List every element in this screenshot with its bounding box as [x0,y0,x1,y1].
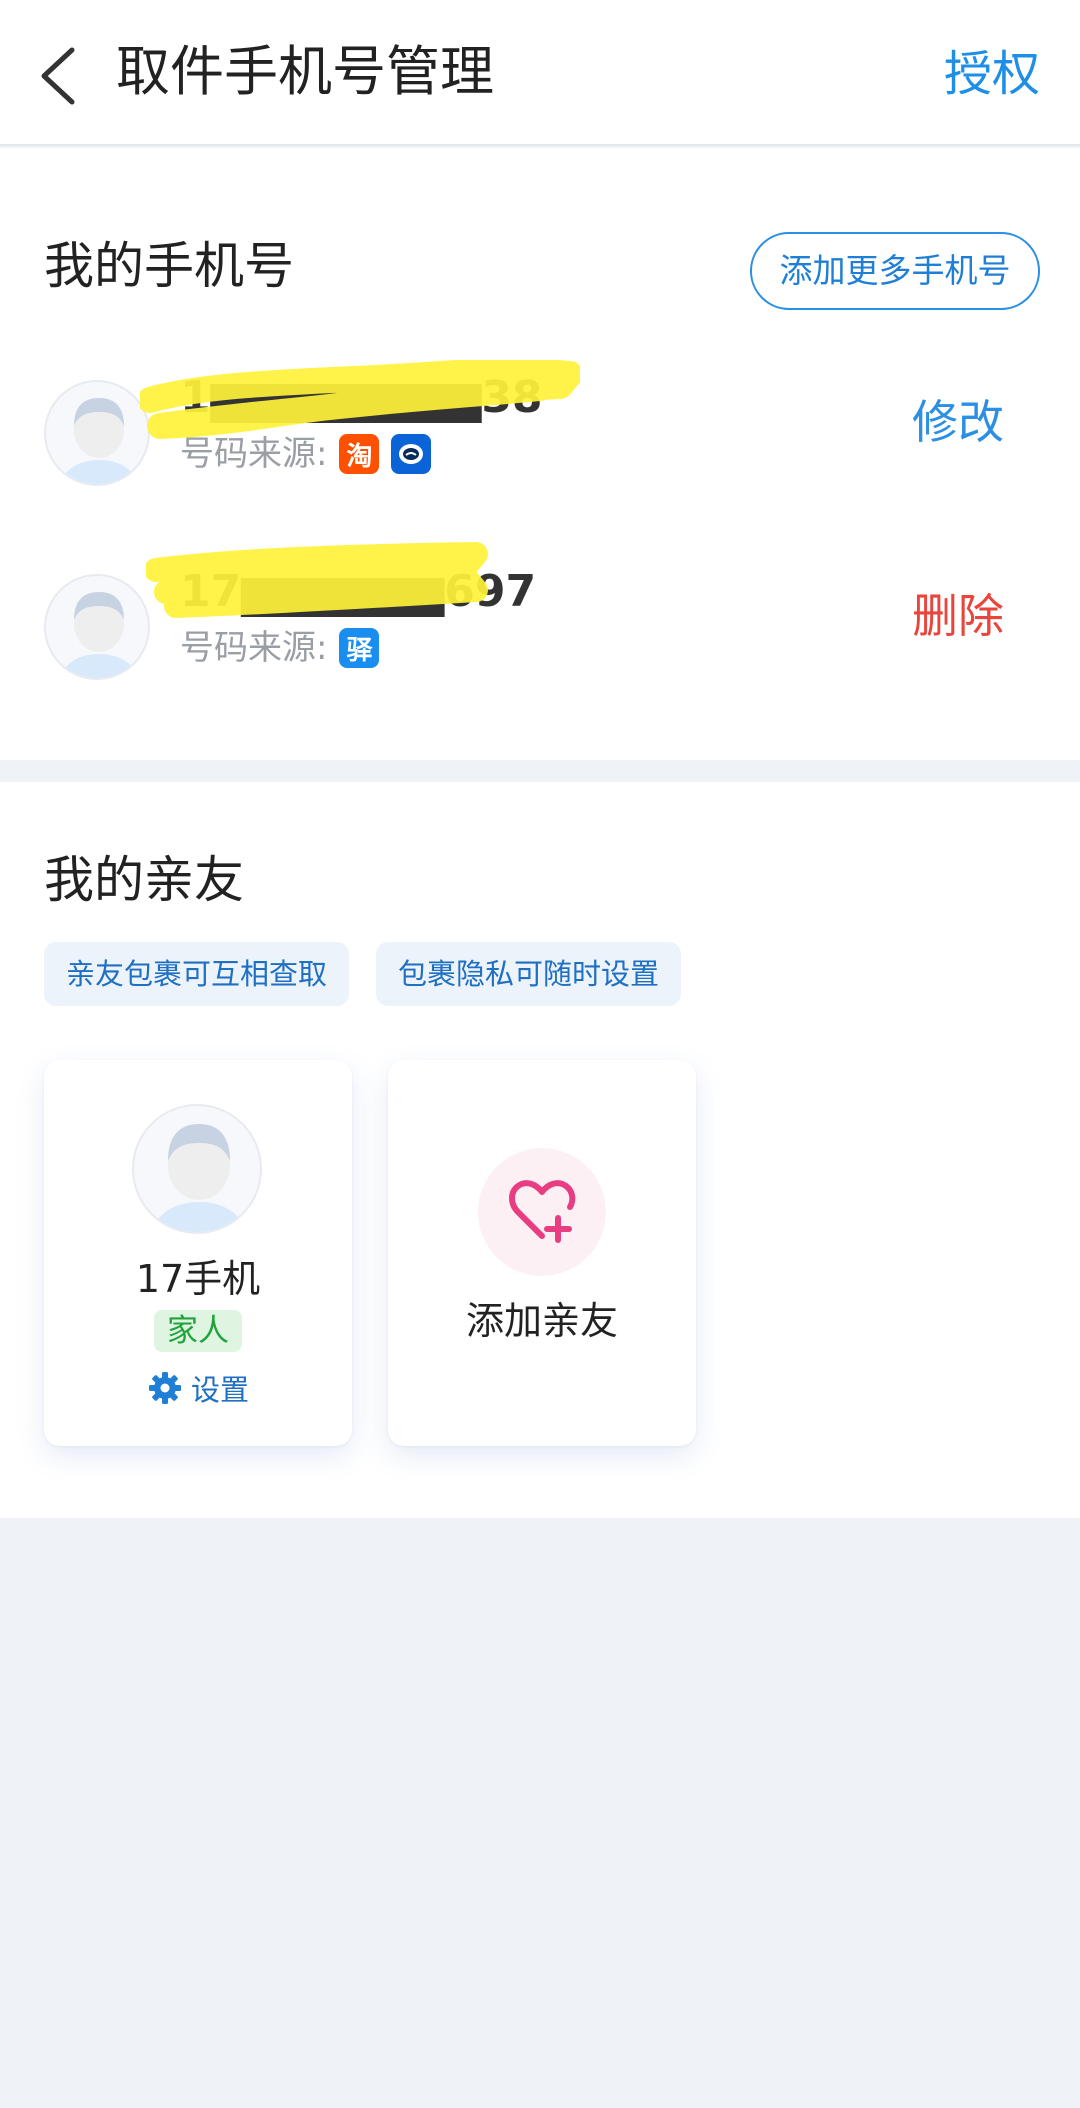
delete-button[interactable]: 删除 [912,586,1004,646]
cainiao-icon [391,434,432,474]
avatar [44,574,150,680]
friend-name: 17手机 [135,1257,261,1301]
add-friend-card[interactable]: 添加亲友 [388,1060,696,1446]
number-source: 号码来源: 淘 [180,430,432,478]
top-app-bar: 取件手机号管理 授权 [0,0,1080,146]
source-label: 号码来源: [180,628,328,668]
gear-icon [148,1372,181,1404]
person-icon [63,398,135,484]
heart-plus-icon [509,1180,576,1243]
authorize-button[interactable]: 授权 [944,38,1040,110]
person-icon [155,1124,243,1232]
feature-tag: 亲友包裹可互相查取 [44,942,350,1006]
add-friend-label: 添加亲友 [465,1299,618,1343]
page-title: 取件手机号管理 [116,40,494,103]
taobao-icon: 淘 [339,434,380,474]
avatar [44,380,150,486]
section-title-my-friends: 我的亲友 [44,851,244,909]
highlighter-redaction [146,542,488,618]
feature-tag: 包裹隐私可随时设置 [376,942,682,1006]
person-icon [63,592,135,678]
my-friends-section: 我的亲友 亲友包裹可互相查取 包裹隐私可随时设置 17手机 家人 设置 添加亲友 [0,782,1080,1518]
my-phones-section: 我的手机号 添加更多手机号 1▆▆▆▆▆▆▆▆38 号码来源: 淘 修改 17▆… [0,148,1080,760]
avatar [132,1104,262,1234]
phone-row: 17▆▆▆▆▆▆697 号码来源: 驿 删除 [0,542,1080,684]
add-friend-icon-wrap [478,1148,606,1276]
phone-row: 1▆▆▆▆▆▆▆▆38 号码来源: 淘 修改 [0,360,1080,490]
station-icon: 驿 [339,628,380,668]
settings-label: 设置 [190,1373,249,1407]
friend-settings-button[interactable]: 设置 [44,1366,352,1410]
relation-badge: 家人 [154,1310,242,1352]
friend-card[interactable]: 17手机 家人 设置 [44,1060,352,1446]
number-source: 号码来源: 驿 [180,624,380,672]
source-label: 号码来源: [180,434,328,474]
chevron-left-icon[interactable] [36,44,80,108]
edit-button[interactable]: 修改 [912,392,1004,452]
section-title-my-phones: 我的手机号 [44,237,294,295]
add-more-phones-button[interactable]: 添加更多手机号 [750,232,1040,310]
